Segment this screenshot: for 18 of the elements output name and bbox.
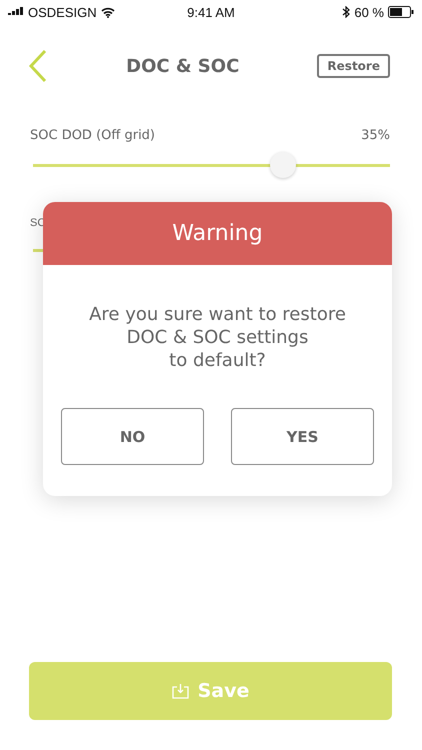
dialog-message: Are you sure want to restore DOC & SOC settings to default?	[88, 303, 347, 372]
slider-label: SOC DOD (Off grid)	[30, 128, 156, 143]
slider-thumb[interactable]	[270, 152, 296, 178]
clock-time: 9:41 AM	[187, 4, 235, 20]
bluetooth-icon	[342, 6, 350, 18]
wifi-icon	[100, 6, 115, 18]
restore-button[interactable]: Restore	[317, 54, 390, 78]
signal-icon	[8, 7, 24, 17]
back-button[interactable]	[28, 49, 48, 83]
battery-icon	[388, 6, 414, 18]
dialog-button[interactable]: YES	[231, 408, 374, 465]
dialog-button[interactable]: NO	[61, 408, 204, 465]
slider-value: 35%	[361, 128, 390, 143]
download-icon	[172, 683, 190, 699]
dialog-title: Warning	[43, 202, 392, 265]
carrier-name: OSDESIGN	[28, 4, 97, 20]
battery-percent: 60 %	[354, 4, 384, 20]
page-title: DOC & SOC	[126, 56, 240, 76]
